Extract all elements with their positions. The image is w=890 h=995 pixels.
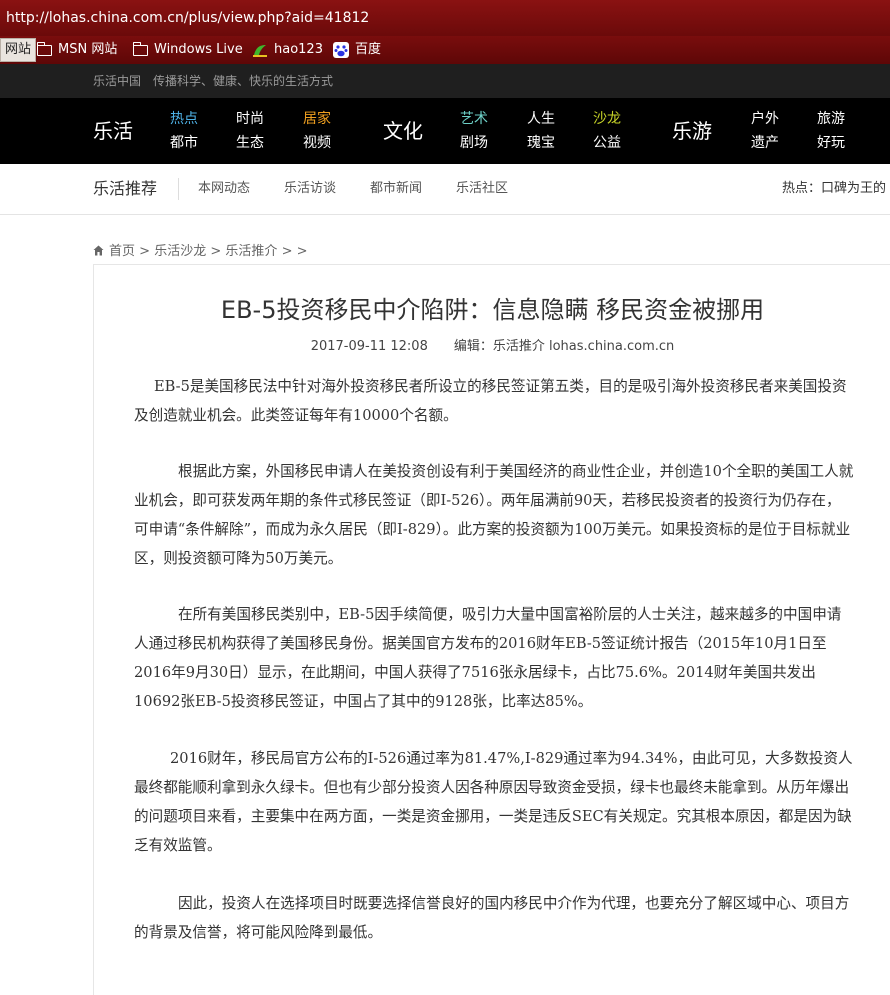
subnav-item-interviews[interactable]: 乐活访谈 (284, 164, 336, 214)
breadcrumb-separator: > (210, 244, 222, 259)
breadcrumb-promo[interactable]: 乐活推介 (225, 244, 277, 259)
nav-outdoor[interactable]: 户外 (751, 107, 779, 131)
main-navigation: 乐活 热点 都市 时尚 生态 居家 视频 文化 艺术 剧场 人生 瑰宝 沙龙 公… (0, 98, 890, 164)
hot-ticker[interactable]: 热点：口碑为王的 (782, 164, 886, 214)
nav-life[interactable]: 人生 (527, 107, 555, 131)
article-paragraph: 2016财年，移民局官方公布的I-526通过率为81.47%,I-829通过率为… (134, 750, 853, 854)
nav-heritage[interactable]: 遗产 (751, 131, 779, 155)
nav-city[interactable]: 都市 (170, 131, 198, 155)
nav-group-art: 艺术 剧场 (460, 107, 488, 155)
home-icon (93, 245, 104, 256)
address-bar[interactable]: http://lohas.china.com.cn/plus/view.php?… (0, 0, 890, 36)
nav-eco[interactable]: 生态 (236, 131, 264, 155)
nav-group-home: 居家 视频 (303, 107, 331, 155)
breadcrumb: 首页 > 乐活沙龙 > 乐活推介 > > (93, 242, 307, 262)
site-tagline-bar: 乐活中国 传播科学、健康、快乐的生活方式 (0, 64, 890, 98)
bookmark-windows-live[interactable]: Windows Live (132, 36, 243, 64)
bookmark-label: 百度 (355, 42, 382, 57)
hao123-icon (253, 45, 267, 57)
nav-video[interactable]: 视频 (303, 131, 331, 155)
article-paragraph: EB-5是美国移民法中针对海外投资移民者所设立的移民签证第五类，目的是吸引海外投… (134, 378, 847, 424)
nav-home[interactable]: 居家 (303, 107, 331, 131)
article-meta: 2017-09-11 12:08 编辑：乐活推介 lohas.china.com.… (94, 338, 890, 356)
url-text[interactable]: http://lohas.china.com.cn/plus/view.php?… (6, 10, 369, 26)
nav-group-life: 人生 瑰宝 (527, 107, 555, 155)
nav-theater[interactable]: 剧场 (460, 131, 488, 155)
site-tagline: 乐活中国 传播科学、健康、快乐的生活方式 (93, 74, 334, 88)
bookmark-label: 网站 (5, 42, 32, 57)
subnav-item-site-news[interactable]: 本网动态 (198, 164, 250, 214)
breadcrumb-salon[interactable]: 乐活沙龙 (154, 244, 206, 259)
bookmark-label: hao123 (274, 42, 323, 57)
article-panel: EB-5投资移民中介陷阱：信息隐瞒 移民资金被挪用 2017-09-11 12:… (93, 264, 890, 995)
subnav-divider (178, 178, 179, 200)
nav-fun[interactable]: 好玩 (817, 131, 845, 155)
nav-lohas[interactable]: 乐活 (93, 98, 133, 164)
subnav-title[interactable]: 乐活推荐 (93, 164, 157, 214)
nav-tour[interactable]: 旅游 (817, 107, 845, 131)
nav-group-tour: 旅游 好玩 (817, 107, 845, 155)
article-paragraph: 根据此方案，外国移民申请人在美投资创设有利于美国经济的商业性企业，并创造10个全… (134, 463, 854, 567)
breadcrumb-home[interactable]: 首页 (109, 244, 135, 259)
nav-group-fashion: 时尚 生态 (236, 107, 264, 155)
bookmark-msn[interactable]: MSN 网站 (36, 36, 118, 64)
bookmark-label: Windows Live (154, 42, 243, 57)
article-editor: 编辑：乐活推介 lohas.china.com.cn (453, 339, 675, 354)
bookmark-baidu[interactable]: 百度 (333, 36, 381, 64)
nav-charity[interactable]: 公益 (593, 131, 621, 155)
breadcrumb-tail: > > (281, 244, 308, 259)
article-paragraph: 在所有美国移民类别中，EB-5因手续简便，吸引力大量中国富裕阶层的人士关注，越来… (134, 606, 842, 710)
nav-art[interactable]: 艺术 (460, 107, 488, 131)
nav-salon[interactable]: 沙龙 (593, 107, 621, 131)
subnav-item-city-news[interactable]: 都市新闻 (370, 164, 422, 214)
nav-culture[interactable]: 文化 (383, 98, 423, 164)
nav-travel[interactable]: 乐游 (672, 98, 712, 164)
bookmark-hao123[interactable]: hao123 (252, 36, 323, 64)
folder-icon (36, 41, 52, 56)
folder-icon (132, 41, 148, 56)
nav-hot[interactable]: 热点 (170, 107, 198, 131)
sub-navigation: 乐活推荐 本网动态 乐活访谈 都市新闻 乐活社区 热点：口碑为王的 (0, 164, 890, 215)
nav-treasure[interactable]: 瑰宝 (527, 131, 555, 155)
bookmark-websites[interactable]: 网站 (0, 38, 37, 62)
article-title: EB-5投资移民中介陷阱：信息隐瞒 移民资金被挪用 (220, 296, 765, 324)
nav-group-hot: 热点 都市 (170, 107, 198, 155)
breadcrumb-separator: > (139, 244, 151, 259)
nav-group-outdoor: 户外 遗产 (751, 107, 779, 155)
article-date: 2017-09-11 12:08 (310, 339, 428, 354)
baidu-paw-icon (333, 42, 349, 58)
subnav-item-community[interactable]: 乐活社区 (456, 164, 508, 214)
nav-fashion[interactable]: 时尚 (236, 107, 264, 131)
bookmarks-bar: 网站 MSN 网站 Windows Live hao123 百度 (0, 36, 890, 64)
bookmark-label: MSN 网站 (58, 42, 118, 57)
article-paragraph: 因此，投资人在选择项目时既要选择信誉良好的国内移民中介作为代理，也要充分了解区域… (134, 895, 850, 941)
nav-group-salon: 沙龙 公益 (593, 107, 621, 155)
